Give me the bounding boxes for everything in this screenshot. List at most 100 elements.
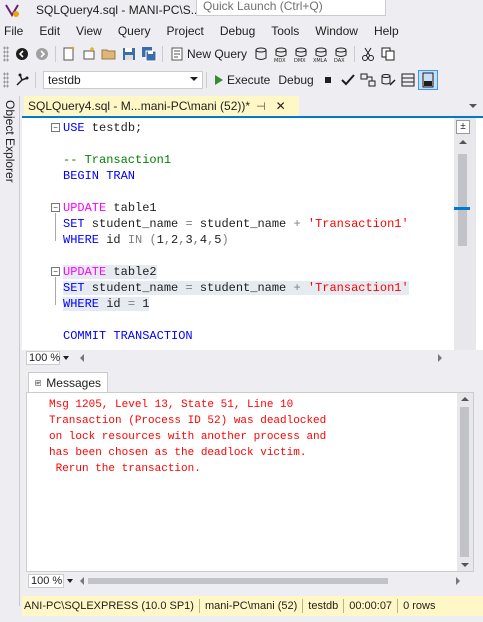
- code-line[interactable]: WHERE id IN (1,2,3,4,5): [63, 232, 409, 248]
- menu-edit[interactable]: Edit: [34, 24, 71, 38]
- display-estimated-plan-icon[interactable]: [358, 70, 378, 90]
- code-line[interactable]: COMMIT TRANSACTION: [63, 328, 409, 344]
- results-to-icon[interactable]: [398, 70, 418, 90]
- quick-launch-input[interactable]: Quick Launch (Ctrl+Q): [196, 0, 386, 16]
- dmx-icon[interactable]: DMX: [291, 44, 311, 64]
- collapse-icon[interactable]: −: [51, 203, 60, 212]
- parse-icon[interactable]: [338, 70, 358, 90]
- code-line[interactable]: [63, 248, 409, 264]
- scroll-up-icon[interactable]: [459, 140, 467, 144]
- scroll-right-icon[interactable]: [438, 354, 442, 362]
- copy-icon[interactable]: [378, 44, 398, 64]
- editor-zoom-select[interactable]: 100 %: [26, 351, 69, 365]
- tab-list-dropdown-icon[interactable]: [469, 104, 477, 108]
- mdx-icon[interactable]: MDX: [271, 44, 291, 64]
- code-line[interactable]: -- Transaction1: [63, 152, 409, 168]
- cut-icon[interactable]: [358, 44, 378, 64]
- code-line[interactable]: SET student_name = student_name + 'Trans…: [63, 216, 409, 232]
- messages-area[interactable]: Msg 1205, Level 13, State 51, Line 10 Tr…: [26, 392, 474, 572]
- pin-icon[interactable]: ⊣: [256, 100, 266, 113]
- query-editor[interactable]: − − − USE testdb; -- Transaction1 BEGIN T…: [22, 118, 483, 350]
- code-line[interactable]: UPDATE table1: [63, 200, 409, 216]
- messages-icon: [35, 380, 42, 385]
- code-line[interactable]: [63, 312, 409, 328]
- code-token: 3: [185, 233, 193, 247]
- menu-view[interactable]: View: [71, 24, 113, 38]
- new-query-icon: [171, 47, 183, 61]
- menu-file[interactable]: File: [0, 24, 34, 38]
- scroll-right-icon[interactable]: [456, 577, 460, 585]
- scroll-down-icon[interactable]: [461, 563, 469, 567]
- code-token: 'Transaction1': [307, 217, 409, 231]
- code-line[interactable]: [63, 136, 409, 152]
- code-line-content: WHERE id IN (1,2,3,4,5): [63, 233, 229, 247]
- tab-messages[interactable]: Messages: [28, 372, 108, 392]
- message-line: Msg 1205, Level 13, State 51, Line 10: [49, 399, 294, 411]
- code-line-content: -- Transaction1: [63, 153, 171, 167]
- code-line[interactable]: UPDATE table2: [63, 264, 409, 280]
- code-line-content: COMMIT TRANSACTION: [63, 329, 193, 343]
- messages-vertical-scrollbar[interactable]: [457, 393, 473, 571]
- editor-horizontal-scrollbar[interactable]: [80, 354, 442, 362]
- toggle-results-pane-icon[interactable]: [417, 70, 438, 90]
- connect-icon[interactable]: [12, 70, 32, 90]
- code-token: student_name: [84, 217, 186, 231]
- collapse-icon[interactable]: −: [51, 267, 60, 276]
- open-icon[interactable]: [99, 44, 119, 64]
- standard-toolbar: New Query MDX DMX XMLA DAX: [0, 42, 483, 66]
- menu-window[interactable]: Window: [310, 24, 369, 38]
- menu-help[interactable]: Help: [369, 24, 410, 38]
- scroll-thumb[interactable]: [88, 578, 388, 584]
- document-tab-row: SQLQuery4.sql - M...mani-PC\mani (52))* …: [22, 96, 483, 118]
- results-zoom-select[interactable]: 100 %: [28, 574, 73, 588]
- menu-debug[interactable]: Debug: [215, 24, 266, 38]
- scroll-up-icon[interactable]: [461, 397, 469, 401]
- document-tab-sqlquery4[interactable]: SQLQuery4.sql - M...mani-PC\mani (52))* …: [24, 96, 299, 116]
- message-line: Transaction (Process ID 52) was deadlock…: [49, 415, 327, 427]
- code-line[interactable]: WHERE id = 1: [63, 296, 409, 312]
- scroll-left-icon[interactable]: [80, 354, 84, 362]
- code-line-content: [63, 185, 70, 199]
- back-icon[interactable]: [12, 44, 32, 64]
- results-horizontal-scrollbar[interactable]: [80, 577, 460, 585]
- query-designer-icon[interactable]: [378, 70, 398, 90]
- available-databases-select[interactable]: testdb: [43, 71, 203, 89]
- dax-icon[interactable]: DAX: [331, 44, 351, 64]
- close-icon[interactable]: ✕: [276, 99, 286, 113]
- object-explorer-tab[interactable]: Object Explorer: [0, 96, 20, 606]
- new-project-icon[interactable]: [59, 44, 79, 64]
- database-engine-query-icon[interactable]: [251, 44, 271, 64]
- toolbar-grip[interactable]: [3, 72, 9, 88]
- add-item-icon[interactable]: [79, 44, 99, 64]
- debug-label: Debug: [278, 73, 314, 87]
- menu-query[interactable]: Query: [113, 24, 162, 38]
- results-zoom-bar: 100 %: [26, 572, 476, 590]
- scroll-thumb[interactable]: [460, 407, 469, 557]
- forward-icon[interactable]: [32, 44, 52, 64]
- document-tab-label: SQLQuery4.sql - M...mani-PC\mani (52))*: [28, 99, 251, 113]
- xmla-icon[interactable]: XMLA: [311, 44, 331, 64]
- scroll-thumb[interactable]: [458, 154, 467, 246]
- code-line-content: UPDATE table2: [63, 265, 157, 279]
- split-view-icon[interactable]: ±: [456, 120, 470, 134]
- code-token: SET: [63, 217, 85, 231]
- code-line[interactable]: [63, 184, 409, 200]
- code-line[interactable]: BEGIN TRAN: [63, 168, 409, 184]
- code-line[interactable]: SET student_name = student_name + 'Trans…: [63, 280, 409, 296]
- toolbar-grip[interactable]: [3, 46, 9, 62]
- sql-code[interactable]: USE testdb; -- Transaction1 BEGIN TRAN UP…: [63, 120, 409, 344]
- save-icon[interactable]: [119, 44, 139, 64]
- new-query-button[interactable]: New Query: [166, 46, 251, 62]
- ssms-app-icon[interactable]: [4, 2, 20, 18]
- save-all-icon[interactable]: [139, 44, 159, 64]
- debug-button[interactable]: Debug: [274, 73, 317, 87]
- code-line[interactable]: USE testdb;: [63, 120, 409, 136]
- stop-icon[interactable]: [318, 70, 338, 90]
- editor-zoom-value: 100 %: [29, 352, 61, 364]
- execute-button[interactable]: Execute: [210, 73, 274, 87]
- menu-project[interactable]: Project: [162, 24, 215, 38]
- collapse-icon[interactable]: −: [51, 123, 60, 132]
- editor-vertical-scrollbar[interactable]: ±: [454, 118, 476, 350]
- scroll-left-icon[interactable]: [80, 577, 84, 585]
- menu-tools[interactable]: Tools: [266, 24, 310, 38]
